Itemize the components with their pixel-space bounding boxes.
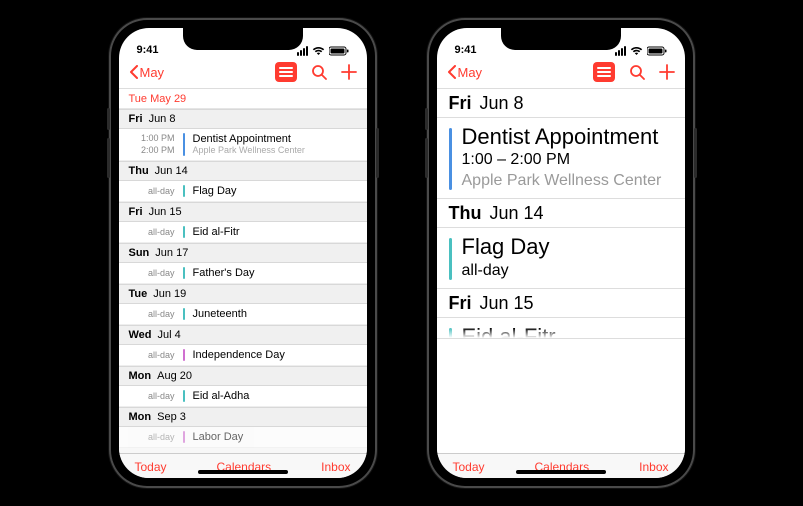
event-row[interactable]: all-day Father's Day [119, 263, 367, 284]
nav-bar: May [437, 58, 685, 89]
day-header: FriJun 8 [437, 89, 685, 118]
notch [501, 28, 621, 50]
day-header: ThuJun 14 [119, 161, 367, 181]
signal-icon [615, 46, 626, 56]
event-row[interactable]: all-day Independence Day [119, 345, 367, 366]
inbox-button[interactable]: Inbox [639, 460, 668, 474]
add-event-button[interactable] [659, 64, 675, 80]
today-button[interactable]: Today [453, 460, 485, 474]
bottom-toolbar: Today Calendars Inbox [437, 453, 685, 478]
day-header: MonAug 20 [119, 366, 367, 386]
status-time: 9:41 [455, 44, 477, 56]
add-event-button[interactable] [341, 64, 357, 80]
battery-icon [329, 46, 349, 56]
day-header: FriJun 15 [119, 202, 367, 222]
event-row[interactable]: Flag Day all-day [437, 228, 685, 288]
phone-left: 9:41 May Tue May 29 FriJun 8 1:00 PM2: [109, 18, 377, 488]
status-time: 9:41 [137, 44, 159, 56]
event-row[interactable]: all-day Eid al-Fitr [119, 222, 367, 243]
event-list[interactable]: Tue May 29 FriJun 8 1:00 PM2:00 PM Denti… [119, 89, 367, 453]
event-row[interactable]: Dentist Appointment 1:00 – 2:00 PM Apple… [437, 118, 685, 199]
event-row[interactable]: all-day Eid al-Adha [119, 386, 367, 407]
wifi-icon [312, 46, 325, 56]
home-indicator[interactable] [198, 470, 288, 474]
today-header: Tue May 29 [119, 89, 367, 109]
event-list-large[interactable]: FriJun 8 Dentist Appointment 1:00 – 2:00… [437, 89, 685, 453]
chevron-left-icon [447, 65, 456, 79]
phone-right: 9:41 May FriJun 8 Dentist [427, 18, 695, 488]
event-row[interactable]: Eid al-Fitr [437, 318, 685, 339]
today-button[interactable]: Today [135, 460, 167, 474]
day-header: SunJun 17 [119, 243, 367, 263]
signal-icon [297, 46, 308, 56]
back-button[interactable]: May [447, 65, 483, 80]
nav-bar: May [119, 58, 367, 89]
chevron-left-icon [129, 65, 138, 79]
bottom-toolbar: Today Calendars Inbox [119, 453, 367, 478]
back-label: May [140, 65, 165, 80]
event-row[interactable]: all-day Juneteenth [119, 304, 367, 325]
day-header: MonSep 3 [119, 407, 367, 427]
notch [183, 28, 303, 50]
day-header: ThuJun 14 [437, 199, 685, 228]
event-row[interactable]: all-day Labor Day [119, 427, 367, 448]
day-header: FriJun 8 [119, 109, 367, 129]
day-header: TueJun 19 [119, 284, 367, 304]
search-button[interactable] [629, 64, 645, 80]
back-button[interactable]: May [129, 65, 165, 80]
list-view-button[interactable] [593, 62, 615, 82]
back-label: May [458, 65, 483, 80]
home-indicator[interactable] [516, 470, 606, 474]
wifi-icon [630, 46, 643, 56]
battery-icon [647, 46, 667, 56]
event-row[interactable]: 1:00 PM2:00 PM Dentist AppointmentApple … [119, 129, 367, 161]
event-row[interactable]: all-day Flag Day [119, 181, 367, 202]
list-view-button[interactable] [275, 62, 297, 82]
inbox-button[interactable]: Inbox [321, 460, 350, 474]
day-header: WedJul 4 [119, 325, 367, 345]
day-header: FriJun 15 [437, 289, 685, 318]
search-button[interactable] [311, 64, 327, 80]
